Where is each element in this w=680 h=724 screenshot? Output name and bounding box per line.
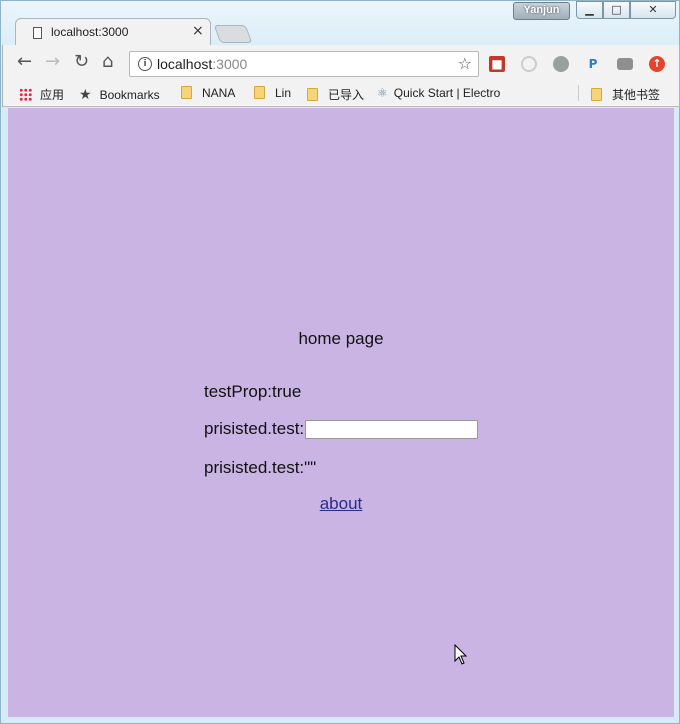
user-profile-badge[interactable]: Yanjun <box>513 2 570 20</box>
maximize-button[interactable]: □ <box>603 1 630 19</box>
bookmarks-bar: 应用 ★ Bookmarks NANA Lin 已导入 ⚛ Quick Start … <box>2 81 680 107</box>
extension-gray-circle-icon[interactable] <box>521 56 537 72</box>
title-bar: Yanjun ▁ □ ✕ localhost:3000 × <box>1 1 680 46</box>
url-text: localhost:3000 <box>157 56 247 72</box>
bookmark-star-icon[interactable]: ☆ <box>458 54 472 73</box>
new-tab-button[interactable] <box>213 25 253 43</box>
reload-icon[interactable]: ↻ <box>74 53 89 71</box>
page-heading: home page <box>298 329 384 348</box>
bookmark-label: 已导入 <box>328 88 365 102</box>
persisted-value-text: prisisted.test:"" <box>204 458 317 477</box>
page-viewport: home page testProp:true prisisted.test: … <box>8 108 674 717</box>
bookmark-bookmarks[interactable]: ★ Bookmarks <box>79 86 160 103</box>
persisted-input-label: prisisted.test: <box>204 419 305 438</box>
bookmark-apps-label: 应用 <box>40 88 65 102</box>
extension-orange-up-icon[interactable]: ↑ <box>649 56 665 72</box>
bookmark-other-label: 其他书签 <box>612 88 661 102</box>
about-link-container: about <box>8 494 674 514</box>
browser-toolbar: ← → ↻ ⌂ i localhost:3000 ☆ ■ P ↑ <box>2 45 680 81</box>
folder-icon <box>181 86 192 99</box>
bookmark-label: NANA <box>202 86 236 100</box>
browser-tab[interactable]: localhost:3000 × <box>15 18 211 46</box>
star-icon: ★ <box>79 86 92 102</box>
extension-camera-icon[interactable] <box>617 58 633 70</box>
address-bar[interactable]: i localhost:3000 ☆ <box>129 51 479 77</box>
bookmark-imported[interactable]: 已导入 <box>307 86 364 103</box>
tab-title: localhost:3000 <box>51 25 129 39</box>
bookmark-nana[interactable]: NANA <box>181 86 235 100</box>
test-prop-text: testProp:true <box>204 382 302 401</box>
extension-red-icon[interactable]: ■ <box>489 56 505 72</box>
close-window-button[interactable]: ✕ <box>630 1 676 19</box>
home-icon[interactable]: ⌂ <box>102 53 113 71</box>
back-icon[interactable]: ← <box>17 53 32 71</box>
bookmark-quick-start[interactable]: ⚛ Quick Start | Electro <box>377 86 513 100</box>
forward-icon[interactable]: → <box>45 53 60 71</box>
folder-icon <box>254 86 265 99</box>
bookmark-label: Bookmarks <box>99 88 160 102</box>
mouse-cursor-icon <box>454 644 468 665</box>
page-icon <box>33 27 42 39</box>
url-host: localhost <box>157 56 213 72</box>
bookmarks-divider <box>578 85 579 101</box>
bookmark-apps[interactable]: 应用 <box>19 86 64 103</box>
apps-grid-icon <box>19 88 32 101</box>
about-link[interactable]: about <box>320 494 363 513</box>
folder-icon <box>591 88 602 101</box>
bookmark-other[interactable]: 其他书签 <box>591 86 660 103</box>
close-tab-icon[interactable]: × <box>192 23 204 39</box>
persisted-test-input[interactable] <box>305 420 478 439</box>
bookmark-label: Lin <box>275 86 292 100</box>
url-port: :3000 <box>212 56 248 72</box>
extension-p-icon[interactable]: P <box>585 56 601 72</box>
bookmark-label: Quick Start | Electro <box>393 86 501 100</box>
minimize-button[interactable]: ▁ <box>576 1 603 19</box>
folder-icon <box>307 88 318 101</box>
page-content: home page testProp:true prisisted.test: … <box>8 108 674 717</box>
electron-icon: ⚛ <box>377 86 388 100</box>
info-icon[interactable]: i <box>138 57 152 71</box>
bookmark-lin[interactable]: Lin <box>254 86 291 100</box>
extension-dark-circle-icon[interactable] <box>553 56 569 72</box>
browser-window: Yanjun ▁ □ ✕ localhost:3000 × ← → ↻ ⌂ i … <box>0 0 680 724</box>
